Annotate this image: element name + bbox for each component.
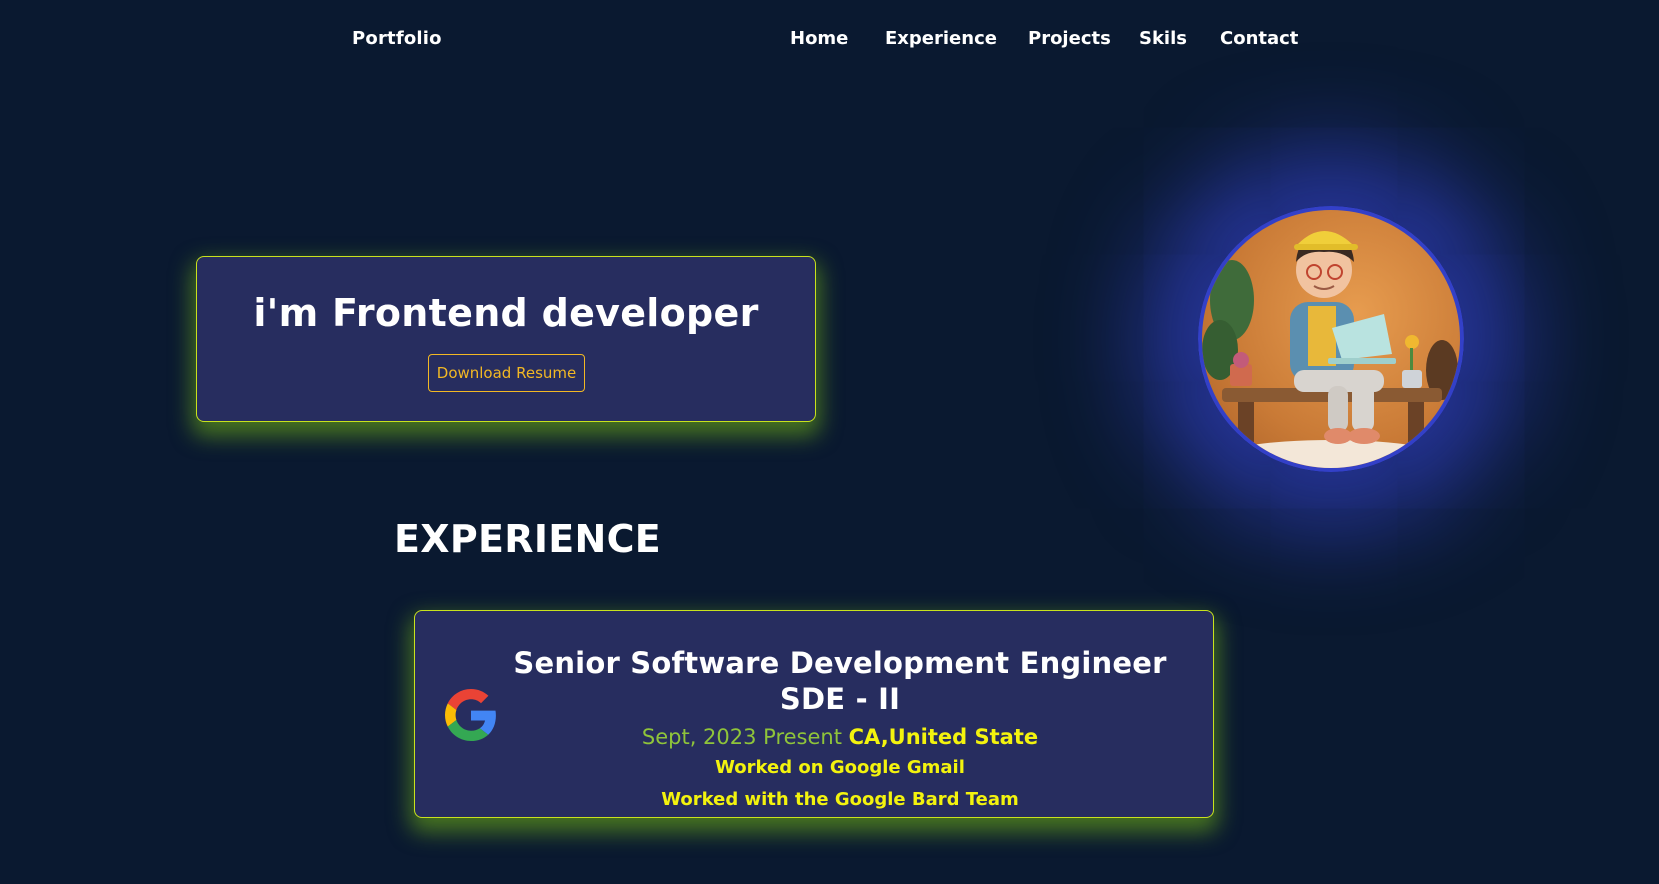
brand-logo[interactable]: Portfolio [352, 28, 442, 49]
nav-link-experience[interactable]: Experience [885, 28, 997, 49]
hero-card: i'm Frontend developer Download Resume [196, 256, 816, 422]
experience-detail-line: Worked with the Google Bard Team [661, 789, 1019, 810]
google-logo-icon [445, 689, 496, 741]
experience-section-title: EXPERIENCE [394, 517, 662, 561]
experience-detail-line: Worked on Google Gmail [715, 757, 965, 778]
experience-details: Senior Software Development Engineer SDE… [497, 645, 1183, 816]
developer-avatar-icon [1198, 206, 1464, 472]
experience-date: Sept, 2023 Present [641, 725, 842, 749]
nav-link-contact[interactable]: Contact [1220, 28, 1298, 49]
developer-illustration-icon [1202, 231, 1458, 468]
download-resume-button[interactable]: Download Resume [428, 354, 585, 392]
experience-role: Senior Software Development Engineer SDE… [513, 646, 1167, 716]
nav-link-home[interactable]: Home [790, 28, 848, 49]
experience-card: Senior Software Development Engineer SDE… [414, 610, 1214, 818]
hero-title: i'm Frontend developer [253, 291, 759, 335]
experience-meta: Sept, 2023 Present CA,United State [497, 722, 1183, 752]
portfolio-page: Portfolio Home Experience Projects Skils… [0, 0, 1659, 884]
experience-location: CA,United State [848, 725, 1039, 749]
nav-link-projects[interactable]: Projects [1028, 28, 1111, 49]
nav-link-skills[interactable]: Skils [1139, 28, 1187, 49]
